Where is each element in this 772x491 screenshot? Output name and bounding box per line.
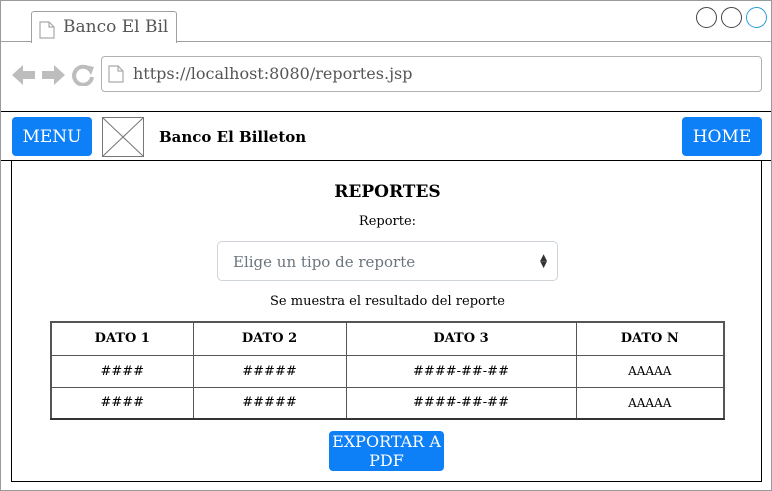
app-header: MENU Banco El Billeton HOME (1, 111, 771, 161)
table-cell: ####-##-## (345, 354, 577, 388)
table-row: #### ##### ####-##-## AAAAA (50, 354, 725, 388)
reload-icon[interactable] (71, 64, 95, 90)
table-cell: #### (50, 354, 194, 388)
tab-strip: Banco El Bil (1, 1, 771, 43)
url-bar[interactable]: https://localhost:8080/reportes.jsp (101, 56, 762, 92)
table-header-row: DATO 1 DATO 2 DATO 3 DATO N (50, 321, 725, 356)
table-cell: ####-##-## (345, 386, 577, 420)
brand-name: Banco El Billeton (159, 128, 307, 146)
browser-tab[interactable]: Banco El Bil (31, 11, 177, 43)
select-caret-icon: ▲ ▼ (540, 253, 547, 270)
maximize-button[interactable] (721, 7, 742, 28)
arrow-right-icon[interactable] (41, 64, 65, 90)
reports-panel: REPORTES Reporte: Elige un tipo de repor… (11, 161, 762, 482)
result-message: Se muestra el resultado del reporte (270, 294, 505, 309)
page-title: REPORTES (334, 182, 441, 202)
report-type-select[interactable]: Elige un tipo de reporte ▲ ▼ (217, 241, 558, 281)
table-cell: AAAAA (575, 354, 725, 388)
table-cell: #### (50, 386, 194, 420)
column-header: DATO N (575, 321, 725, 356)
arrow-left-icon[interactable] (12, 64, 36, 90)
home-button[interactable]: HOME (682, 117, 762, 156)
document-icon (108, 65, 124, 87)
table-row: #### ##### ####-##-## AAAAA (50, 386, 725, 420)
browser-window: Banco El Bil https://localhost:8080/repo… (0, 0, 772, 491)
report-label: Reporte: (358, 214, 417, 229)
minimize-button[interactable] (696, 7, 717, 28)
document-icon (39, 21, 55, 43)
table-cell: ##### (192, 354, 347, 388)
column-header: DATO 1 (50, 321, 194, 356)
image-placeholder-icon (102, 117, 144, 157)
url-text: https://localhost:8080/reportes.jsp (133, 64, 413, 83)
address-row: https://localhost:8080/reportes.jsp (1, 43, 771, 111)
menu-button[interactable]: MENU (12, 117, 92, 156)
report-table: DATO 1 DATO 2 DATO 3 DATO N #### ##### #… (50, 321, 725, 420)
tab-title: Banco El Bil (63, 17, 169, 37)
column-header: DATO 3 (345, 321, 577, 356)
export-pdf-button[interactable]: EXPORTAR A PDF (329, 431, 444, 471)
close-button[interactable] (746, 7, 767, 28)
report-type-placeholder: Elige un tipo de reporte (233, 253, 416, 271)
table-cell: AAAAA (575, 386, 725, 420)
column-header: DATO 2 (192, 321, 347, 356)
table-cell: ##### (192, 386, 347, 420)
